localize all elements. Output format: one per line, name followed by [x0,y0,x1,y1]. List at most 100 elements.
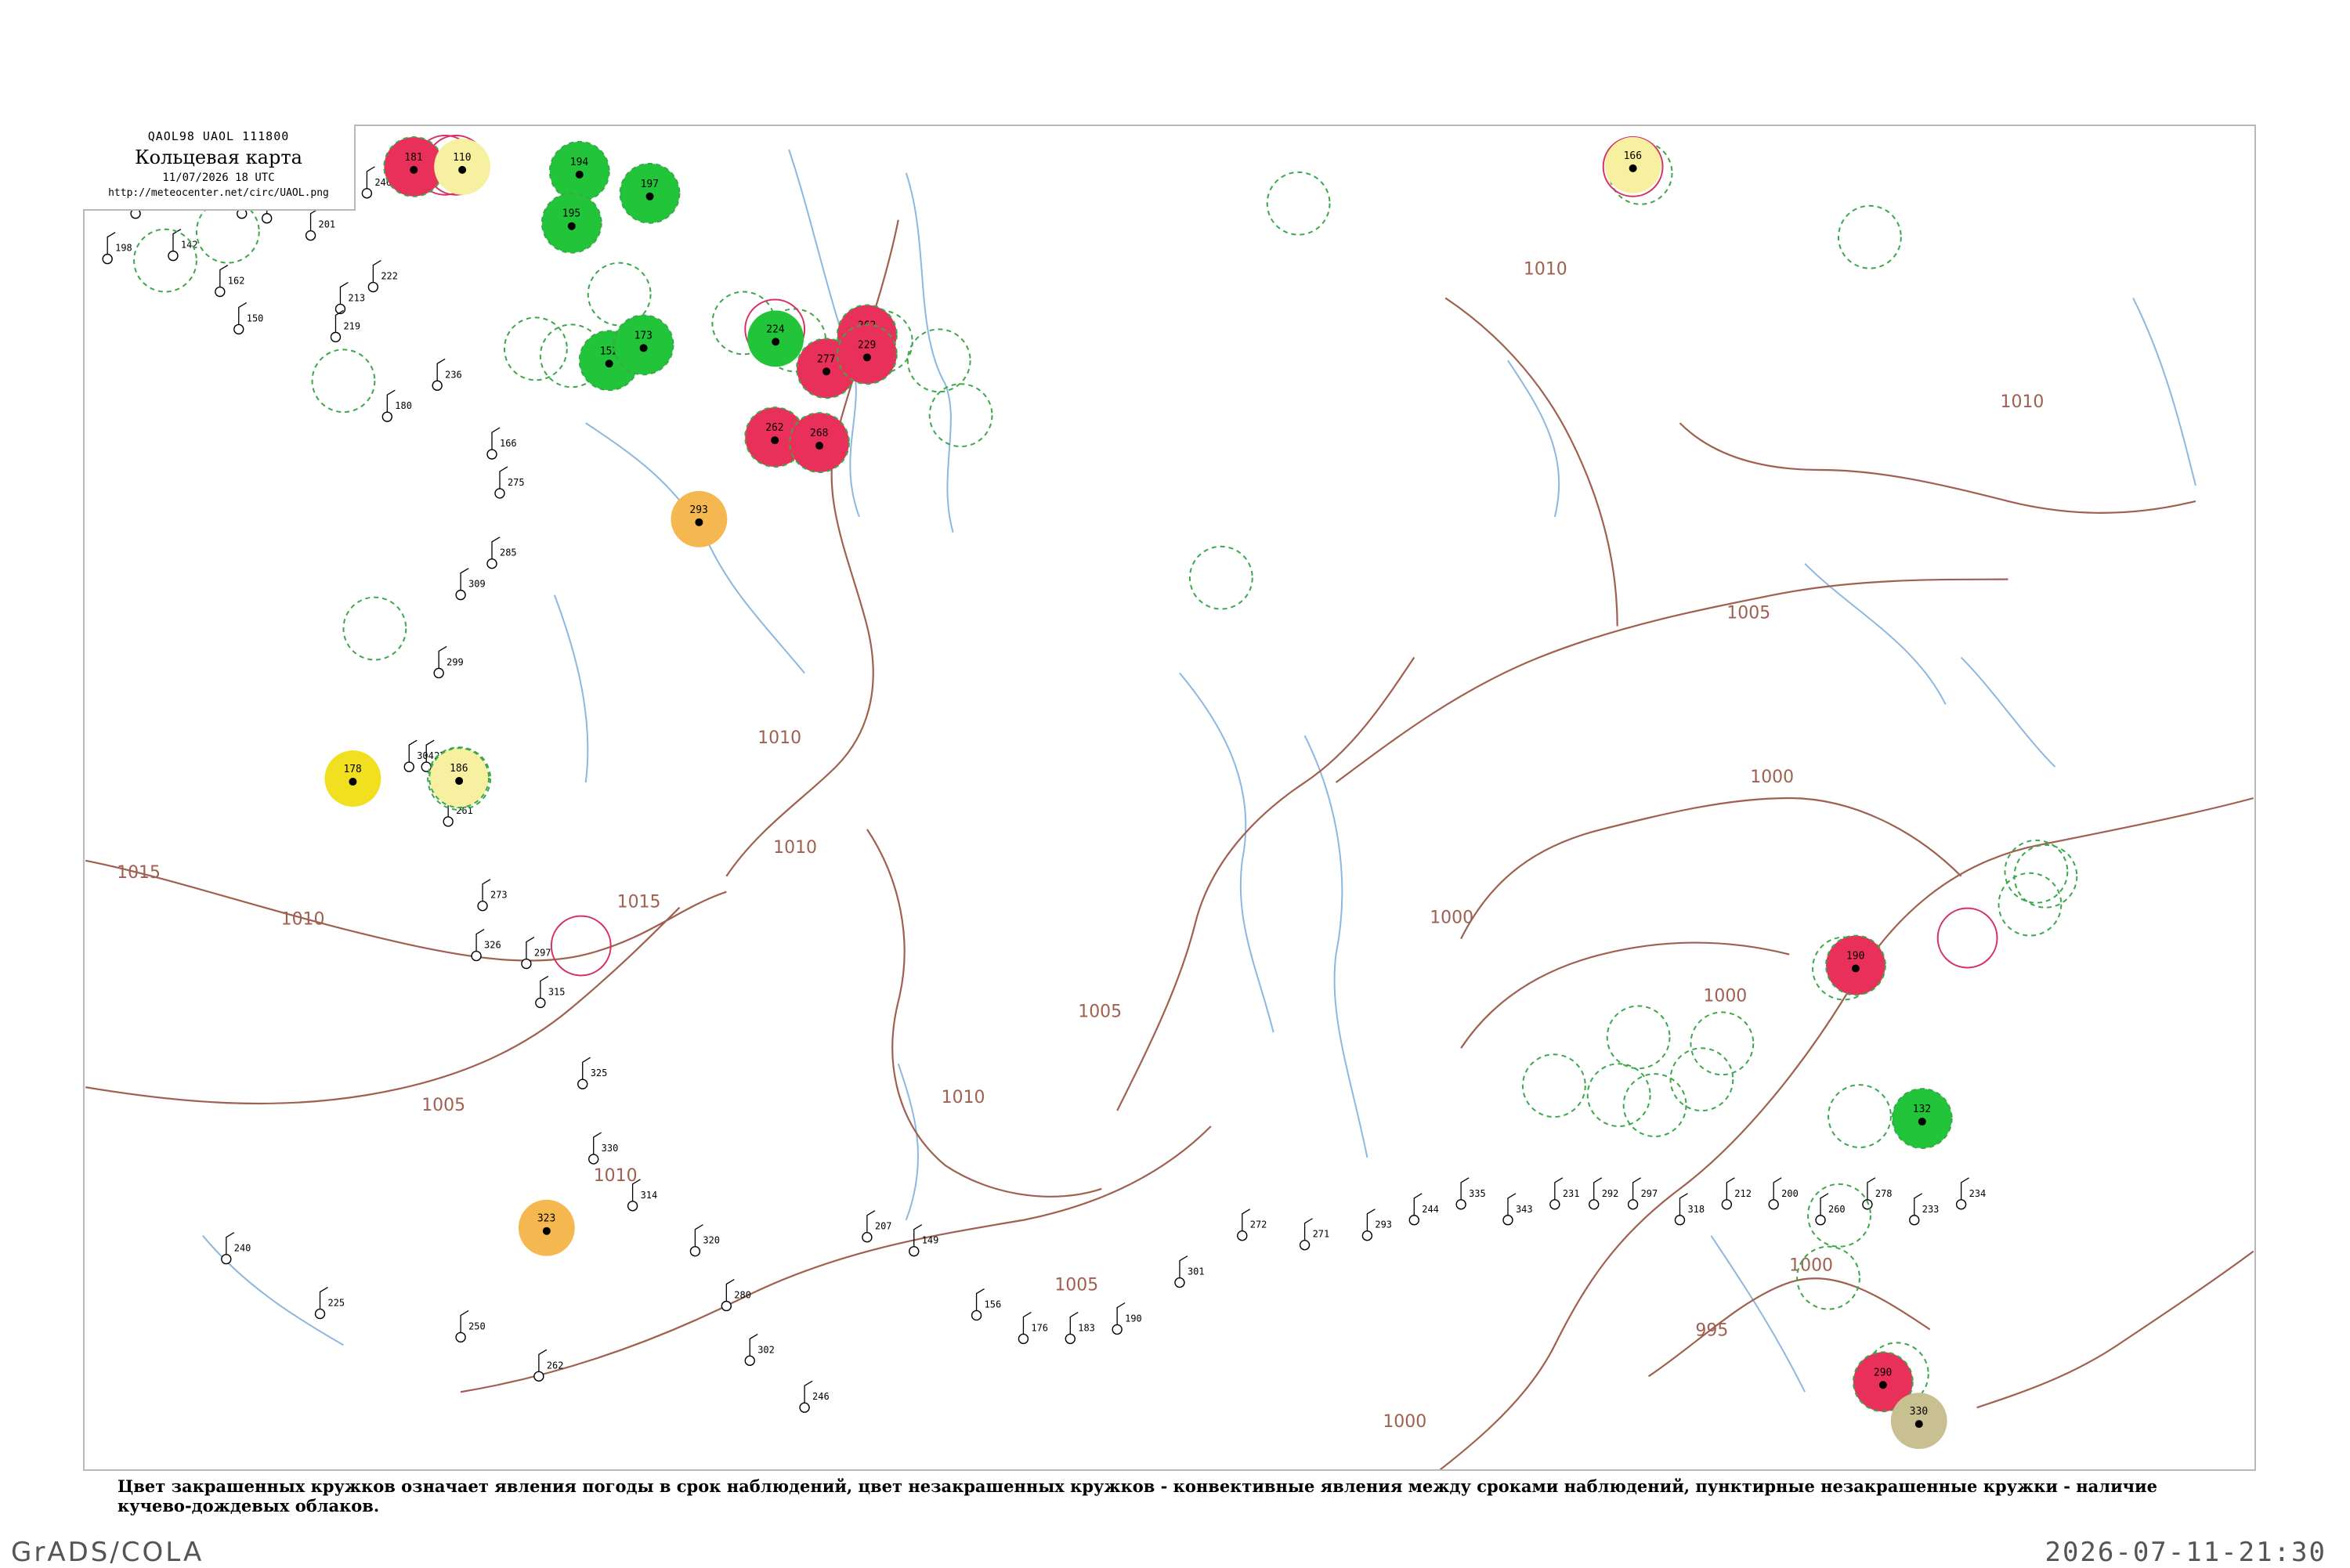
station-pressure: 200 [1781,1188,1799,1199]
station-plot[interactable]: 299 [433,645,464,679]
station-plot[interactable]: 326 [471,929,501,962]
weather-highlight-pale-yellow[interactable]: 110 [434,138,491,195]
svg-text:178: 178 [343,764,361,775]
weather-highlight-thunder-red[interactable]: 190 [1825,934,1886,996]
station-plot[interactable]: 302 [744,1333,775,1367]
isobar-label: 995 [1695,1321,1728,1340]
svg-text:224: 224 [766,323,785,335]
station-pressure: 234 [1969,1188,1987,1199]
station-plot[interactable]: 292 [1589,1177,1619,1210]
station-plot[interactable]: 231 [1549,1177,1580,1210]
weather-highlight-shower-green[interactable]: 197 [619,162,681,224]
station-plot[interactable]: 213 [334,281,365,315]
weather-highlight-shower-green[interactable]: 132 [1891,1088,1953,1149]
convective-ring [550,915,612,977]
svg-text:293: 293 [689,504,707,516]
title-box: QAOL98 UAOL 111800 Кольцевая карта 11/07… [83,125,356,211]
station-pressure: 293 [1375,1219,1392,1230]
station-plot[interactable]: 285 [486,537,517,569]
station-plot[interactable]: 219 [330,309,360,343]
station-plot[interactable]: 314 [627,1179,658,1212]
station-plot[interactable]: 225 [314,1286,345,1320]
weather-highlight-fog-olive[interactable]: 330 [1890,1393,1947,1450]
station-plot[interactable]: 275 [494,466,525,499]
station-plot[interactable]: 246 [799,1380,830,1413]
station-plot[interactable]: 330 [588,1132,619,1165]
station-plot[interactable]: 325 [577,1057,608,1089]
station-pressure: 330 [602,1143,619,1154]
station-plot[interactable]: 297 [521,937,551,970]
station-plot[interactable]: 180 [381,389,412,422]
weather-map[interactable]: 1015 1010 1015 1010 1010 1005 1010 1005 … [85,126,2254,1469]
cb-ring [503,316,568,381]
convective-ring [1936,907,1998,969]
isobar-label: 1000 [1430,909,1473,928]
svg-text:290: 290 [1874,1367,1892,1378]
station-pressure: 272 [1250,1219,1267,1230]
station-pressure: 149 [922,1235,939,1246]
station-plot[interactable]: 244 [1408,1193,1439,1226]
station-plot[interactable]: 222 [367,260,398,293]
weather-highlight-shower-green[interactable]: 194 [548,140,610,202]
station-pressure: 225 [328,1297,345,1308]
map-title: Кольцевая карта [135,146,302,168]
station-plot[interactable]: 156 [971,1288,1002,1321]
weather-highlight-dust-orange[interactable]: 293 [671,490,728,547]
station-plot[interactable]: 183 [1065,1311,1095,1345]
station-plot[interactable]: 293 [1361,1209,1392,1241]
station-plot[interactable]: 315 [535,975,566,1009]
svg-text:277: 277 [817,353,835,365]
cb-ring [1586,1063,1651,1128]
station-plot[interactable]: 280 [721,1279,751,1312]
station-plot[interactable]: 234 [1955,1177,1987,1210]
station-plot[interactable]: 309 [455,568,486,601]
weather-highlight-shower-green[interactable]: 173 [613,314,674,376]
station-plot[interactable]: 262 [533,1349,564,1382]
station-plot[interactable]: 190 [1112,1302,1142,1335]
station-plot[interactable]: 297 [1627,1177,1658,1210]
station-plot[interactable]: 320 [689,1224,720,1257]
svg-text:229: 229 [858,339,876,351]
station-plot[interactable]: 200 [1768,1177,1799,1210]
station-plot[interactable]: 260 [1815,1193,1846,1226]
weather-highlight-shower-green[interactable]: 195 [540,192,602,254]
station-plot[interactable]: 301 [1174,1255,1205,1288]
station-plot[interactable]: 198 [102,232,132,265]
station-plot[interactable]: 150 [233,302,264,335]
map-url[interactable]: http://meteocenter.net/circ/UAOL.png [83,187,354,199]
isobar-label: 1010 [2001,392,2044,412]
station-plot[interactable]: 318 [1674,1193,1705,1226]
station-pressure: 343 [1516,1204,1533,1215]
weather-highlight-haze-yellow[interactable]: 178 [324,750,381,807]
weather-highlight-pale-yellow[interactable]: 186 [428,747,490,808]
station-pressure: 156 [985,1299,1002,1310]
station-plot[interactable]: 278 [1862,1177,1893,1210]
station-plot[interactable]: 166 [486,427,517,460]
station-plot[interactable]: 250 [455,1310,486,1343]
station-plot[interactable]: 176 [1018,1311,1048,1345]
station-plot[interactable]: 149 [909,1224,939,1257]
station-plot[interactable]: 272 [1237,1209,1267,1241]
station-pressure: 297 [534,948,551,959]
weather-highlight-shower-green[interactable]: 224 [747,310,804,367]
weather-highlight-dust-orange[interactable]: 323 [518,1199,575,1256]
station-plot[interactable]: 271 [1299,1218,1330,1251]
weather-highlight-pale-yellow[interactable]: 166 [1604,136,1661,193]
station-plot[interactable]: 212 [1721,1177,1752,1210]
station-plot[interactable]: 335 [1455,1177,1486,1210]
station-plot[interactable]: 273 [477,879,508,912]
station-plot[interactable]: 343 [1502,1193,1533,1226]
cb-ring [311,349,376,414]
station-plot[interactable]: 233 [1909,1193,1940,1226]
station-plot[interactable]: 201 [305,208,336,241]
station-plot[interactable]: 236 [432,358,462,391]
station-pressure: 240 [234,1243,251,1254]
station-plot[interactable]: 162 [215,265,245,298]
station-pressure: 271 [1313,1229,1330,1240]
weather-highlight-thunder-red[interactable]: 229 [836,323,898,385]
weather-highlight-thunder-red[interactable]: 268 [789,412,850,473]
station-plot[interactable]: 240 [221,1232,251,1265]
footer-timestamp: 2026-07-11-21:30 [2044,1537,2326,1568]
cb-ring [928,383,993,448]
station-plot[interactable]: 207 [862,1210,892,1243]
